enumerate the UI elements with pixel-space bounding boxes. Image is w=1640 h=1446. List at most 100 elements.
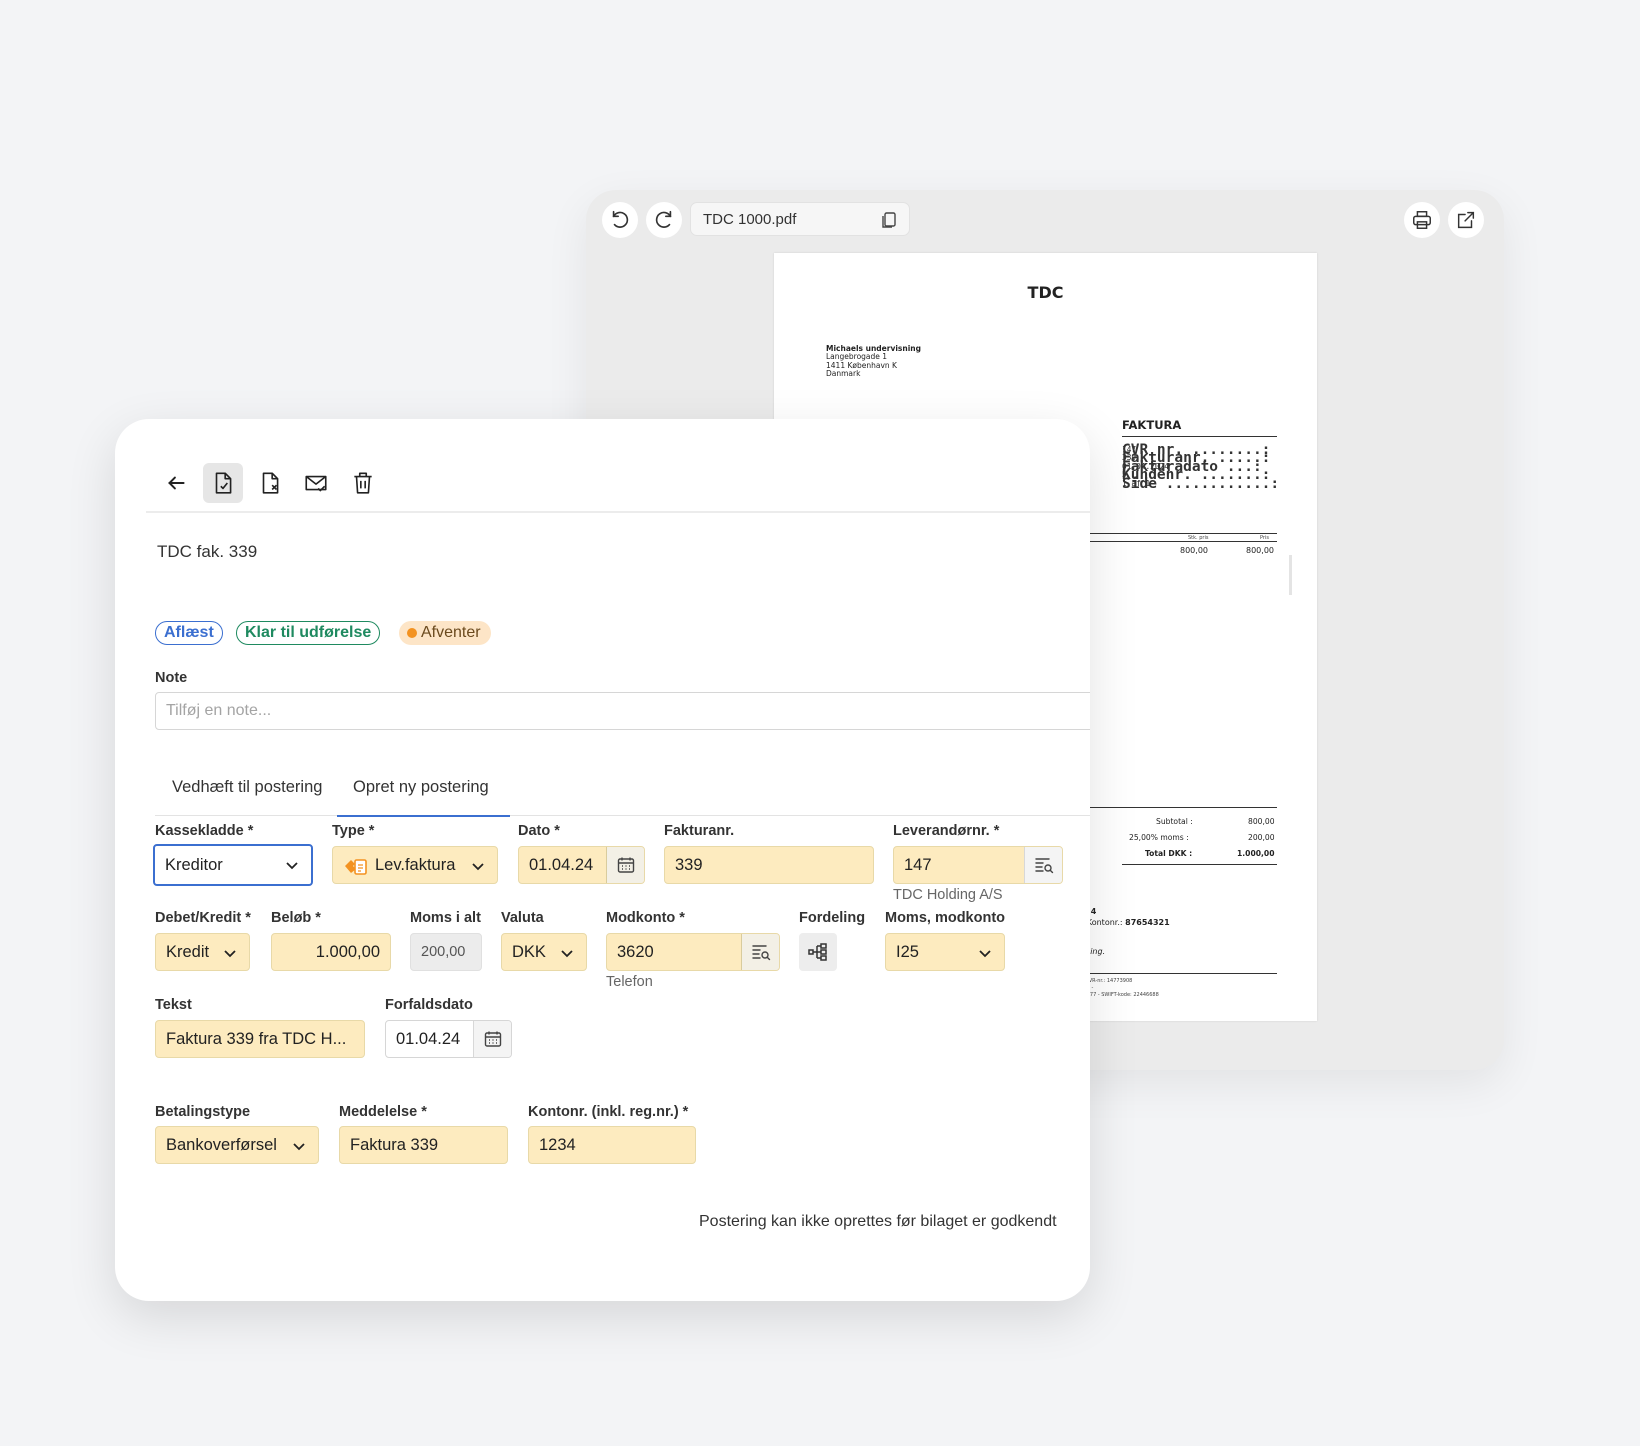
note-label: Note (155, 670, 188, 686)
pdf-recipient-country: Danmark (826, 369, 861, 379)
status-badge-ready: Klar til udførelse (236, 621, 381, 645)
modkonto-input[interactable]: 3620 (606, 933, 780, 971)
betalingstype-label: Betalingstype (155, 1104, 251, 1120)
document-x-icon (262, 472, 279, 494)
debet-kredit-label: Debet/Kredit * (155, 910, 251, 926)
debet-kredit-value: Kredit (166, 942, 210, 961)
reject-document-button[interactable] (250, 463, 290, 503)
back-button[interactable] (156, 463, 196, 503)
voucher-title: TDC fak. 339 (157, 542, 258, 561)
mail-check-icon (305, 475, 327, 492)
invoice-type-icon (345, 859, 367, 875)
pdf-total-label: Total DKK : (1145, 849, 1193, 858)
moms-i-alt-label: Moms i alt (410, 910, 481, 926)
fakturanr-input[interactable]: 339 (664, 846, 874, 884)
betalingstype-select[interactable]: Bankoverførsel (155, 1126, 319, 1164)
external-link-icon (1457, 211, 1475, 229)
pending-dot-icon (407, 628, 417, 638)
leverandornr-value: 147 (904, 855, 932, 874)
fakturanr-label: Fakturanr. (664, 823, 735, 839)
list-search-icon (1034, 858, 1053, 874)
open-external-button[interactable] (1448, 202, 1484, 238)
fordeling-label: Fordeling (799, 910, 866, 926)
type-select[interactable]: Lev.faktura (332, 846, 498, 884)
valuta-value: DKK (512, 942, 546, 961)
pdf-divider (1074, 973, 1277, 974)
meddelelse-label: Meddelelse * (339, 1104, 427, 1120)
filename-field[interactable]: TDC 1000.pdf (690, 202, 910, 236)
mail-check-button[interactable] (296, 463, 336, 503)
forfaldsdato-calendar-button[interactable] (473, 1021, 511, 1057)
approve-document-button[interactable] (203, 463, 243, 503)
pdf-divider (1074, 533, 1277, 534)
pdf-invoice-meta: CVR nr. ........: 147 Fakturanr. .....: 33… (1122, 442, 1279, 491)
leverandornr-input[interactable]: 147 (893, 846, 1063, 884)
status-badge-read: Aflæst (155, 621, 223, 645)
modkonto-value: 3620 (617, 942, 654, 961)
moms-modkonto-label: Moms, modkonto (885, 910, 1006, 926)
tab-bar: Vedhæft til postering Opret ny postering (155, 759, 1090, 817)
redo-icon (655, 210, 672, 228)
calendar-icon (617, 857, 634, 873)
pdf-divider (1122, 864, 1277, 865)
pdf-total-value: 1.000,00 (1237, 849, 1275, 858)
kassekladde-label: Kassekladde * (155, 823, 254, 839)
dato-label: Dato * (518, 823, 560, 839)
chevron-down-icon (561, 950, 573, 958)
calendar-icon (484, 1031, 501, 1047)
leverandor-name: TDC Holding A/S (893, 887, 1003, 903)
fakturanr-value: 339 (675, 855, 703, 874)
chevron-down-icon (979, 950, 991, 958)
status-badge-pending-label: Afventer (421, 624, 481, 641)
kontonr-value: 1234 (539, 1135, 576, 1154)
pdf-moms-value: 200,00 (1248, 833, 1275, 842)
meddelelse-value: Faktura 339 (350, 1135, 439, 1154)
meddelelse-input[interactable]: Faktura 339 (339, 1126, 508, 1164)
pdf-recipient: Michaels undervisning Langebrogade 1 141… (826, 344, 921, 379)
moms-modkonto-select[interactable]: I25 (885, 933, 1005, 971)
kontonr-input[interactable]: 1234 (528, 1126, 696, 1164)
filename-text: TDC 1000.pdf (703, 210, 797, 228)
voucher-form-card: TDC fak. 339 Aflæst Klar til udførelse A… (115, 419, 1090, 1301)
belob-label: Beløb * (271, 910, 321, 926)
type-label: Type * (332, 823, 375, 839)
delete-button[interactable] (343, 463, 383, 503)
undo-button[interactable] (602, 202, 638, 238)
belob-input[interactable]: 1.000,00 (271, 933, 391, 971)
tab-attach-to-posting[interactable]: Vedhæft til postering (172, 759, 322, 816)
redo-button[interactable] (646, 202, 682, 238)
chevron-down-icon (293, 1143, 305, 1151)
dato-input[interactable]: 01.04.24 (518, 846, 645, 884)
tekst-label: Tekst (155, 997, 192, 1013)
pdf-subtotal-value: 800,00 (1248, 817, 1275, 826)
tekst-input[interactable]: Faktura 339 fra TDC H... (155, 1020, 365, 1058)
document-check-icon (215, 472, 232, 494)
toolbar (146, 419, 1090, 513)
kassekladde-select[interactable]: Kreditor (153, 844, 313, 886)
pdf-line-stk: 800,00 (1180, 546, 1208, 555)
print-button[interactable] (1404, 202, 1440, 238)
copy-icon[interactable] (879, 210, 899, 230)
fordeling-button[interactable] (799, 933, 837, 971)
leverandornr-lookup-button[interactable] (1024, 847, 1062, 883)
forfaldsdato-input[interactable]: 01.04.24 (385, 1020, 512, 1058)
dato-value: 01.04.24 (529, 855, 594, 874)
status-badge-pending: Afventer (399, 621, 491, 645)
debet-kredit-select[interactable]: Kredit (155, 933, 250, 971)
print-icon (1413, 211, 1431, 229)
tab-create-new-posting[interactable]: Opret ny postering (337, 759, 510, 817)
kassekladde-value: Kreditor (165, 855, 223, 874)
dato-calendar-button[interactable] (606, 847, 644, 883)
undo-icon (612, 210, 629, 228)
posting-status-message: Postering kan ikke oprettes før bilaget … (699, 1213, 1057, 1230)
note-input[interactable] (155, 692, 1090, 730)
pdf-company: TDC (1027, 283, 1064, 302)
chevron-down-icon (224, 950, 236, 958)
valuta-select[interactable]: DKK (501, 933, 587, 971)
pdf-doc-title: FAKTURA (1122, 418, 1277, 437)
modkonto-lookup-button[interactable] (741, 934, 779, 970)
pdf-subtotal-label: Subtotal : (1156, 817, 1193, 826)
modkonto-name: Telefon (606, 974, 653, 990)
pdf-moms-label: 25,00% moms : (1129, 833, 1189, 842)
moms-modkonto-value: I25 (896, 942, 919, 961)
